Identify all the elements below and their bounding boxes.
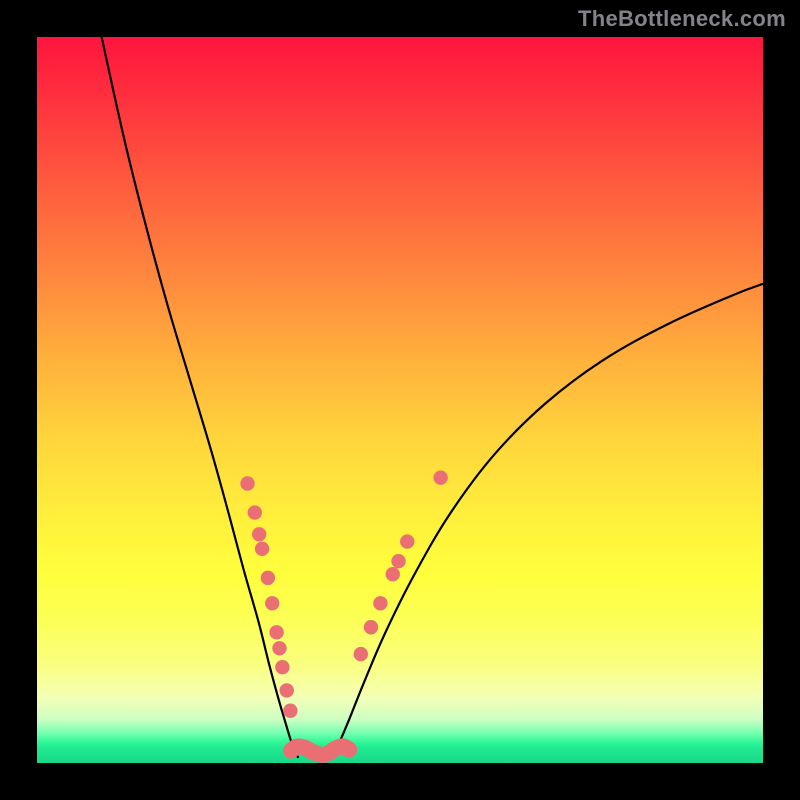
data-dot bbox=[272, 641, 286, 655]
data-dot bbox=[400, 534, 414, 548]
plot-area bbox=[37, 37, 763, 763]
data-dot bbox=[255, 542, 269, 556]
data-dot bbox=[275, 660, 289, 674]
data-dot bbox=[354, 647, 368, 661]
data-dot bbox=[248, 505, 262, 519]
data-dot bbox=[269, 625, 283, 639]
bottom-blob bbox=[291, 746, 349, 755]
data-dot bbox=[240, 476, 254, 490]
data-dot bbox=[283, 704, 297, 718]
data-dot bbox=[261, 571, 275, 585]
right-curve-line bbox=[332, 284, 763, 758]
data-dot bbox=[364, 620, 378, 634]
data-dot bbox=[373, 596, 387, 610]
data-dot bbox=[391, 554, 405, 568]
data-dot bbox=[433, 470, 447, 484]
chart-svg bbox=[37, 37, 763, 763]
data-dot bbox=[280, 683, 294, 697]
left-curve-line bbox=[102, 37, 299, 758]
data-dot bbox=[265, 596, 279, 610]
watermark-label: TheBottleneck.com bbox=[578, 6, 786, 32]
left-dot-cluster bbox=[240, 476, 297, 718]
data-dot bbox=[386, 567, 400, 581]
right-dot-cluster bbox=[354, 470, 448, 661]
outer-frame: TheBottleneck.com bbox=[0, 0, 800, 800]
data-dot bbox=[252, 527, 266, 541]
